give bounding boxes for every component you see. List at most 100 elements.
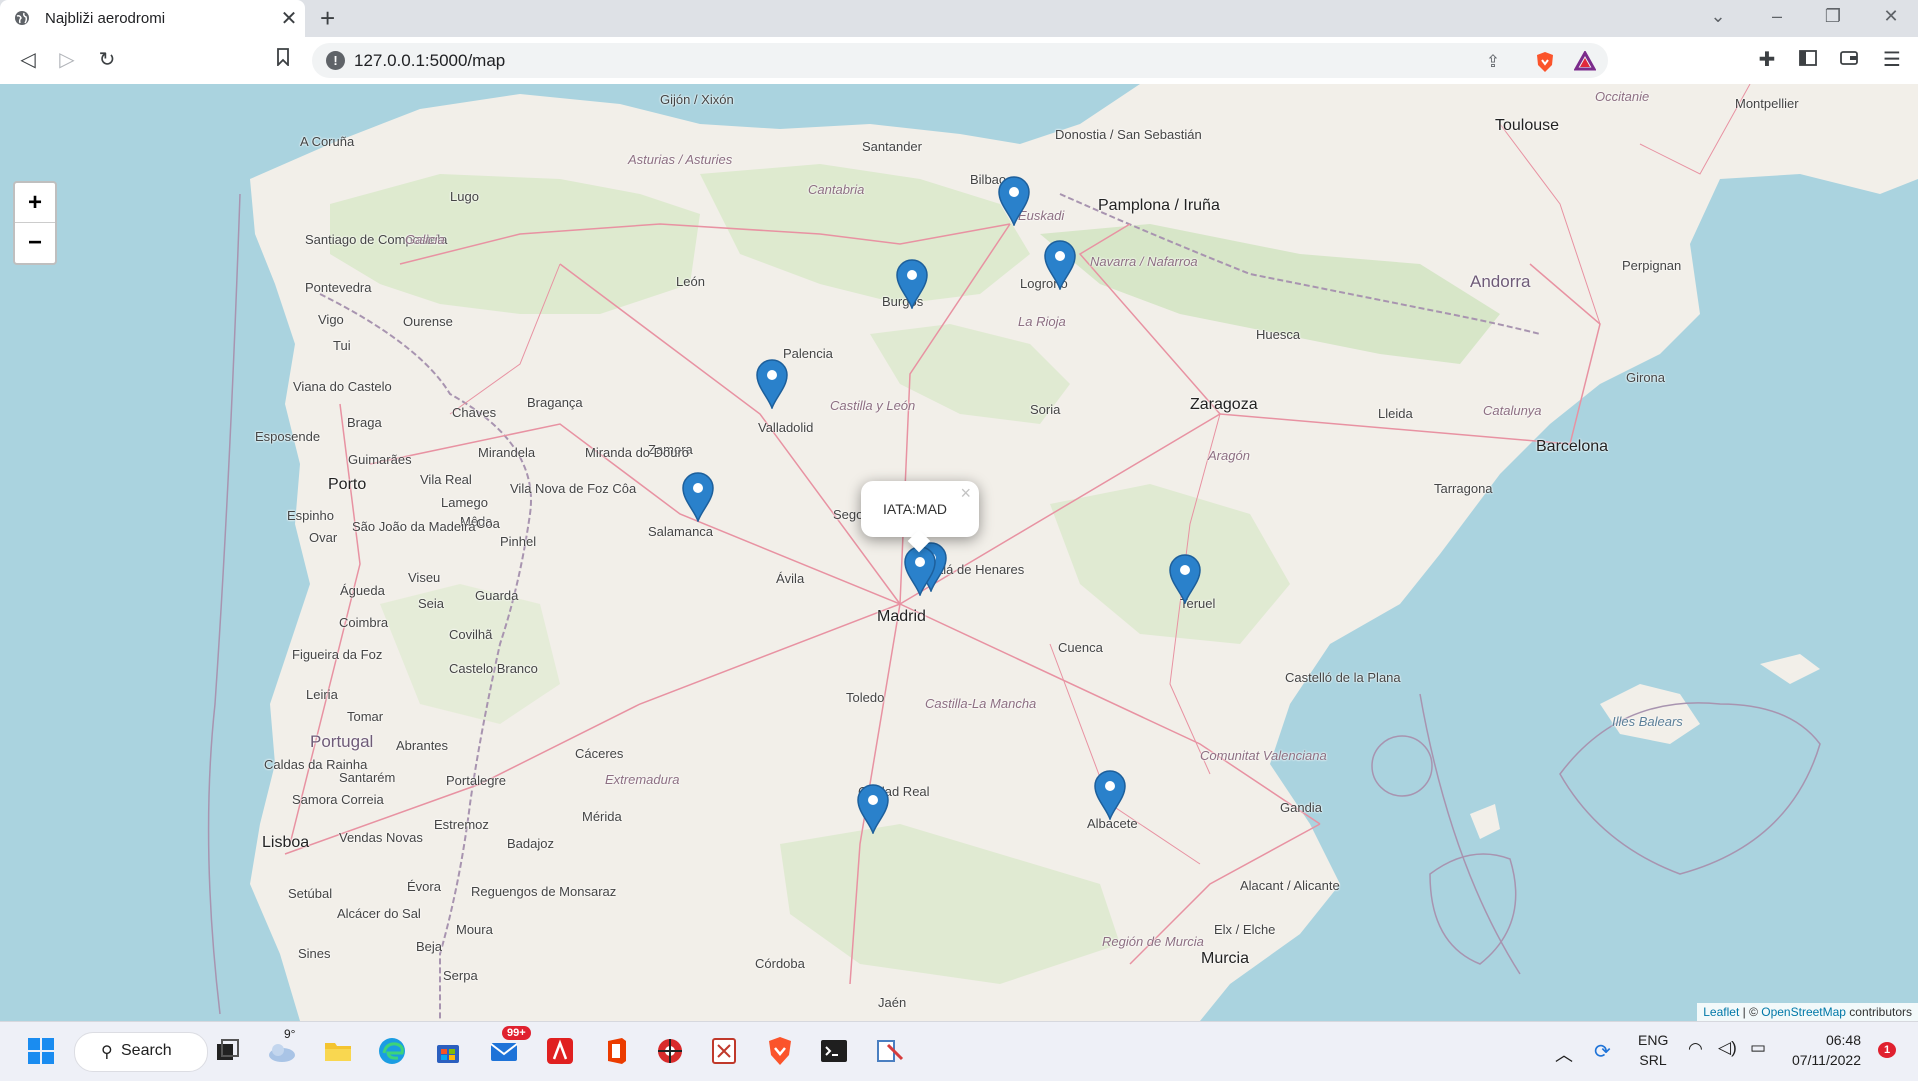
tab-search-icon[interactable]: ⌄ [1703, 6, 1733, 27]
restore-icon[interactable]: ❐ [1818, 6, 1848, 27]
map-label-cordoba: Córdoba [755, 956, 805, 971]
leaflet-link[interactable]: Leaflet [1703, 1005, 1739, 1019]
close-window-icon[interactable]: ✕ [1876, 6, 1906, 27]
popup-close-icon[interactable]: × [960, 483, 971, 504]
browser-tab[interactable]: Najbliži aerodromi ✕ [0, 0, 305, 37]
map-label-sines: Sines [298, 946, 331, 961]
osm-link[interactable]: OpenStreetMap [1761, 1005, 1846, 1019]
airport-marker-albacete[interactable] [1093, 770, 1127, 820]
language-bottom[interactable]: SRL [1638, 1052, 1668, 1068]
map-label-alcacer: Alcácer do Sal [337, 906, 421, 921]
taskbar-search[interactable]: ⚲ Search [74, 1032, 208, 1072]
leaflet-map[interactable]: Gijón / Xixón A Coruña Lugo Santiago de … [0, 84, 1918, 1021]
airport-marker-burgos[interactable] [895, 259, 929, 309]
site-info-icon[interactable]: ! [326, 51, 345, 70]
minimize-icon[interactable]: – [1762, 6, 1792, 27]
airport-marker-madrid[interactable] [903, 546, 937, 596]
mail-icon[interactable]: 99+ [488, 1026, 531, 1067]
map-label-navarra: Navarra / Nafarroa [1090, 254, 1198, 269]
file-explorer-icon[interactable] [322, 1035, 354, 1067]
airport-marker-teruel[interactable] [1168, 554, 1202, 604]
taskbar: ⚲ Search 9° 99+ ︿ ⟳ ENG SRL ◠ ◁) ▭ 06:48… [0, 1021, 1918, 1081]
map-label-castelobranco: Castelo Branco [449, 661, 538, 676]
map-label-chaves: Chaves [452, 405, 497, 420]
airport-marker-salamanca[interactable] [681, 472, 715, 522]
map-label-santander: Santander [862, 139, 922, 154]
map-label-tomar: Tomar [347, 709, 384, 724]
mail-badge: 99+ [502, 1026, 531, 1040]
snipping-tool-icon[interactable] [708, 1035, 740, 1067]
map-label-avila: Ávila [776, 571, 805, 586]
url-text[interactable]: 127.0.0.1:5000/map [354, 51, 505, 71]
brave-shield-icon[interactable] [1534, 51, 1556, 73]
app-red-icon[interactable] [654, 1035, 686, 1067]
acrobat-icon[interactable] [544, 1035, 576, 1067]
map-label-ovar: Ovar [309, 530, 338, 545]
sidebar-icon[interactable] [1795, 47, 1821, 73]
address-bar[interactable]: ! 127.0.0.1:5000/map ⇪ [312, 43, 1608, 78]
map-label-viseu: Viseu [408, 570, 441, 585]
map-label-vigo: Vigo [318, 312, 344, 327]
airport-marker-valladolid[interactable] [755, 359, 789, 409]
volume-icon[interactable]: ◁) [1718, 1038, 1737, 1058]
map-label-lleida: Lleida [1378, 406, 1413, 421]
map-label-caceres: Cáceres [575, 746, 624, 761]
reload-icon[interactable]: ↻ [94, 47, 120, 73]
map-base-layer [207, 84, 1918, 1021]
map-label-serpa: Serpa [443, 968, 478, 983]
tray-overflow-icon[interactable]: ︿ [1555, 1041, 1573, 1067]
terminal-icon[interactable] [818, 1035, 850, 1067]
brave-browser-icon[interactable] [764, 1035, 796, 1067]
office-icon[interactable] [600, 1035, 632, 1067]
map-label-figueira: Figueira da Foz [292, 647, 383, 662]
airport-marker-ciudadreal[interactable] [856, 784, 890, 834]
back-icon[interactable]: ◁ [15, 47, 41, 73]
map-label-braganca: Bragança [527, 395, 583, 410]
language-top[interactable]: ENG [1638, 1032, 1668, 1048]
flask-app-icon[interactable] [874, 1035, 906, 1067]
map-label-braga: Braga [347, 415, 382, 430]
zoom-control: + − [13, 181, 57, 265]
edge-icon[interactable] [376, 1035, 408, 1067]
map-label-beja: Beja [416, 939, 443, 954]
map-label-valladolid: Valladolid [758, 420, 814, 435]
windows-start-icon[interactable] [25, 1035, 57, 1067]
map-label-mirandadouro: Miranda do Douro [585, 445, 690, 460]
globe-icon [15, 11, 29, 25]
zoom-out-button[interactable]: − [15, 223, 55, 262]
tab-title: Najbliži aerodromi [45, 10, 166, 27]
wallet-icon[interactable] [1836, 47, 1862, 73]
wifi-icon[interactable]: ◠ [1688, 1039, 1703, 1059]
brave-rewards-icon[interactable] [1573, 49, 1597, 73]
clock-time[interactable]: 06:48 [1789, 1032, 1861, 1048]
battery-icon[interactable]: ▭ [1750, 1038, 1766, 1058]
map-label-galicia: Galicia [405, 232, 445, 247]
tab-bar: Najbliži aerodromi ✕ + ⌄ – ❐ ✕ [0, 0, 1918, 37]
tab-close-icon[interactable]: ✕ [278, 6, 300, 31]
map-label-illes: Illes Balears [1612, 714, 1683, 729]
weather-temp: 9° [284, 1027, 296, 1041]
clock-date[interactable]: 07/11/2022 [1789, 1052, 1861, 1068]
map-label-toledo: Toledo [846, 690, 885, 705]
store-icon[interactable] [432, 1035, 464, 1067]
map-label-elx: Elx / Elche [1214, 922, 1276, 937]
airport-marker-bilbao[interactable] [997, 176, 1031, 226]
browser-toolbar: ◁ ▷ ↻ ! 127.0.0.1:5000/map ⇪ ✚ ☰ [0, 37, 1918, 85]
task-view-icon[interactable] [212, 1035, 244, 1067]
bookmark-icon[interactable] [270, 47, 296, 73]
weather-icon[interactable]: 9° [266, 1027, 298, 1067]
zoom-in-button[interactable]: + [15, 183, 55, 223]
sync-icon[interactable]: ⟳ [1594, 1039, 1611, 1064]
forward-icon[interactable]: ▷ [54, 47, 80, 73]
map-label-portalegre: Portalegre [446, 773, 506, 788]
map-label-castellon: Castelló de la Plana [1285, 670, 1401, 685]
notification-badge[interactable]: 1 [1878, 1042, 1897, 1058]
marker-popup: IATA:MAD × [861, 481, 979, 553]
menu-icon[interactable]: ☰ [1879, 47, 1905, 73]
airport-marker-logrono[interactable] [1043, 240, 1077, 290]
map-label-porto: Porto [328, 476, 367, 493]
extensions-icon[interactable]: ✚ [1754, 47, 1780, 73]
new-tab-button[interactable]: + [320, 3, 335, 34]
map-label-asturias: Asturias / Asturies [628, 152, 733, 167]
share-icon[interactable]: ⇪ [1482, 51, 1504, 73]
